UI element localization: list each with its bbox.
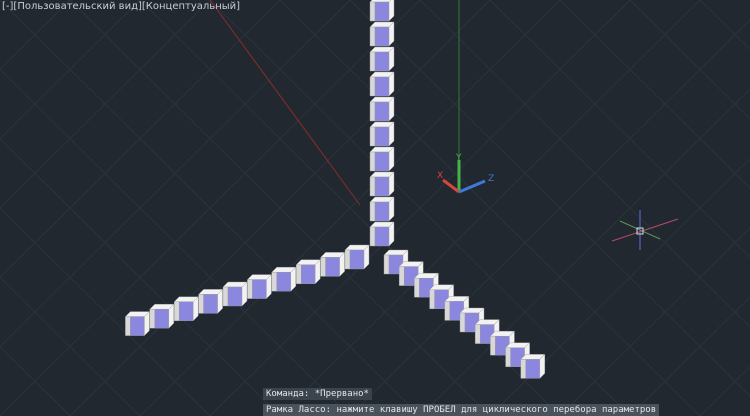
grid-line	[0, 0, 351, 348]
grid-line	[0, 0, 211, 209]
cube-left-arm[interactable]	[246, 274, 272, 300]
cube-left-arm[interactable]	[344, 244, 370, 270]
grid-line	[629, 296, 750, 416]
cube-vertical-column[interactable]	[369, 96, 395, 122]
cube-left-arm[interactable]	[271, 266, 297, 292]
cube-vertical-column[interactable]	[369, 71, 395, 97]
grid-line	[559, 0, 750, 189]
grid-line	[349, 19, 750, 416]
cube-vertical-column[interactable]	[369, 21, 395, 47]
command-prompt-line[interactable]: Рамка Лассо: нажмите клавишу ПРОБЕЛ для …	[263, 404, 660, 416]
ucs-z-label: Z	[488, 174, 494, 184]
grid-line	[0, 68, 351, 416]
ucs-x-label: X	[437, 171, 443, 181]
cube-array[interactable]	[124, 0, 546, 379]
command-history-line: Команда: *Прервано*	[263, 388, 372, 400]
viewport-controls-label[interactable]: [-][Пользовательский вид][Концептуальный…	[2, 1, 240, 12]
cube-left-arm[interactable]	[198, 288, 224, 314]
grid-line	[0, 207, 211, 416]
model-viewport[interactable]: Y X Z [-][Пользовательский вид][Концепту…	[0, 0, 750, 416]
cube-vertical-column[interactable]	[369, 196, 395, 222]
cube-left-arm[interactable]	[173, 296, 199, 322]
cube-left-arm[interactable]	[149, 303, 175, 329]
cube-vertical-column[interactable]	[369, 121, 395, 147]
grid-line	[0, 345, 71, 416]
model-space-drawing[interactable]: Y X Z	[0, 0, 750, 416]
cube-left-arm[interactable]	[222, 281, 248, 307]
grid-line	[629, 0, 750, 120]
cube-left-arm[interactable]	[295, 259, 321, 285]
grid-line	[0, 0, 71, 71]
cube-vertical-column[interactable]	[369, 46, 395, 72]
cube-right-arm[interactable]	[520, 353, 546, 379]
world-x-axis-line	[209, 0, 361, 206]
ucs-icon[interactable]: Y X Z	[437, 153, 494, 194]
grid-line	[559, 227, 750, 416]
cube-left-arm[interactable]	[124, 311, 150, 337]
cube-vertical-column[interactable]	[369, 146, 395, 172]
cube-left-arm[interactable]	[320, 251, 346, 277]
cube-vertical-column[interactable]	[369, 0, 395, 22]
cube-vertical-column[interactable]	[369, 221, 395, 247]
ucs-y-label: Y	[455, 153, 462, 163]
cube-vertical-column[interactable]	[369, 171, 395, 197]
ucs-x-axis	[442, 178, 460, 194]
grid-line	[349, 0, 750, 397]
